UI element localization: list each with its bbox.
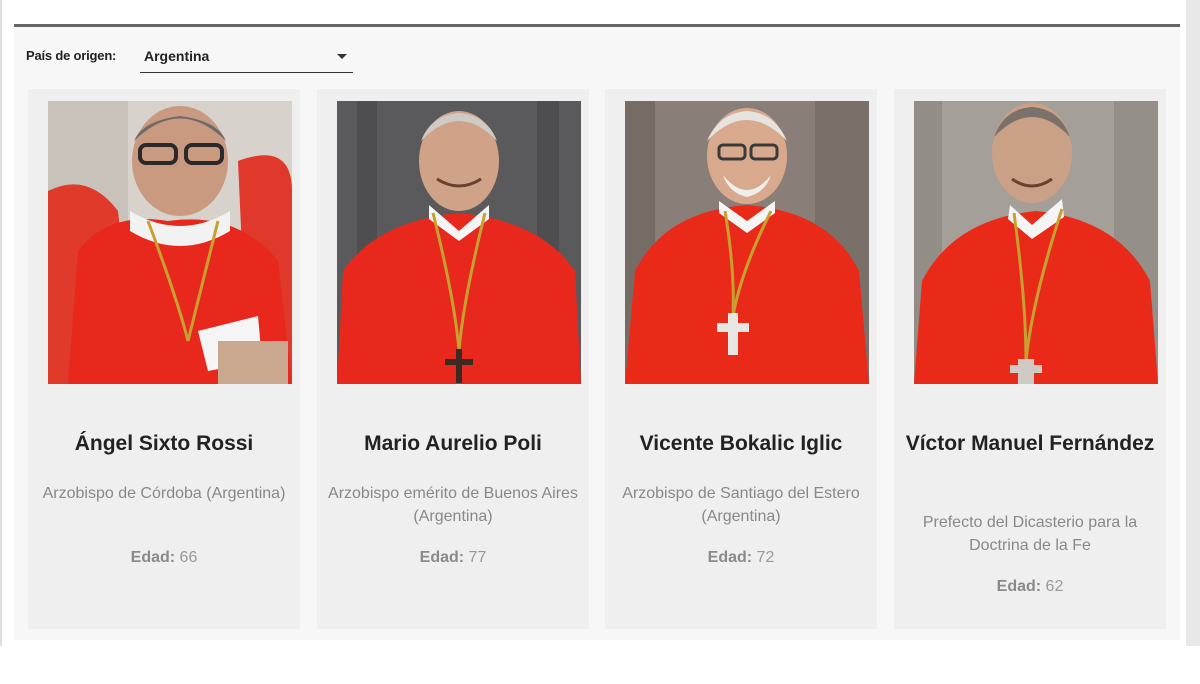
cardinal-name: Ángel Sixto Rossi bbox=[74, 432, 254, 455]
page: País de origen: Argentina Ángel Sixto Ro… bbox=[0, 0, 1200, 684]
cardinal-name: Mario Aurelio Poli bbox=[364, 432, 542, 455]
cardinal-card-poli[interactable]: Mario Aurelio Poli Arzobispo emérito de … bbox=[317, 89, 589, 629]
cardinal-age: Edad: 72 bbox=[613, 547, 869, 569]
cardinal-age: Edad: 62 bbox=[902, 576, 1158, 598]
country-filter-label: País de origen: bbox=[26, 48, 117, 63]
cardinal-card-bokalic[interactable]: Vicente Bokalic Iglic Arzobispo de Santi… bbox=[605, 89, 877, 629]
age-value: 72 bbox=[756, 549, 775, 566]
cardinal-photo bbox=[625, 101, 869, 384]
age-value: 77 bbox=[468, 549, 487, 566]
age-value: 66 bbox=[179, 549, 198, 566]
country-select[interactable]: Argentina bbox=[140, 44, 353, 73]
page-left-border bbox=[0, 0, 2, 646]
cardinal-age: Edad: 66 bbox=[36, 547, 292, 569]
age-label: Edad: bbox=[996, 578, 1042, 595]
caret-down-icon bbox=[337, 54, 347, 59]
cardinal-age: Edad: 77 bbox=[325, 547, 581, 569]
scrollbar-track[interactable] bbox=[1186, 0, 1200, 646]
cardinal-photo bbox=[337, 101, 581, 384]
cardinal-name: Vicente Bokalic Iglic bbox=[639, 432, 843, 455]
cardinal-role: Arzobispo de Córdoba (Argentina) bbox=[42, 485, 286, 502]
cardinal-role: Arzobispo emérito de Buenos Aires (Argen… bbox=[328, 485, 578, 525]
cardinal-photo bbox=[48, 101, 292, 384]
age-value: 62 bbox=[1045, 578, 1064, 595]
age-label: Edad: bbox=[707, 549, 753, 566]
cardinal-role: Arzobispo de Santiago del Estero (Argent… bbox=[622, 485, 860, 525]
age-label: Edad: bbox=[419, 549, 465, 566]
cardinal-role: Prefecto del Dicasterio para la Doctrina… bbox=[922, 514, 1138, 554]
country-select-value: Argentina bbox=[144, 48, 210, 64]
cardinal-photo bbox=[914, 101, 1158, 384]
cardinal-card-rossi[interactable]: Ángel Sixto Rossi Arzobispo de Córdoba (… bbox=[28, 89, 300, 629]
cardinal-name: Víctor Manuel Fernández bbox=[905, 432, 1155, 455]
age-label: Edad: bbox=[130, 549, 176, 566]
cardinal-card-fernandez[interactable]: Víctor Manuel Fernández Prefecto del Dic… bbox=[894, 89, 1166, 629]
